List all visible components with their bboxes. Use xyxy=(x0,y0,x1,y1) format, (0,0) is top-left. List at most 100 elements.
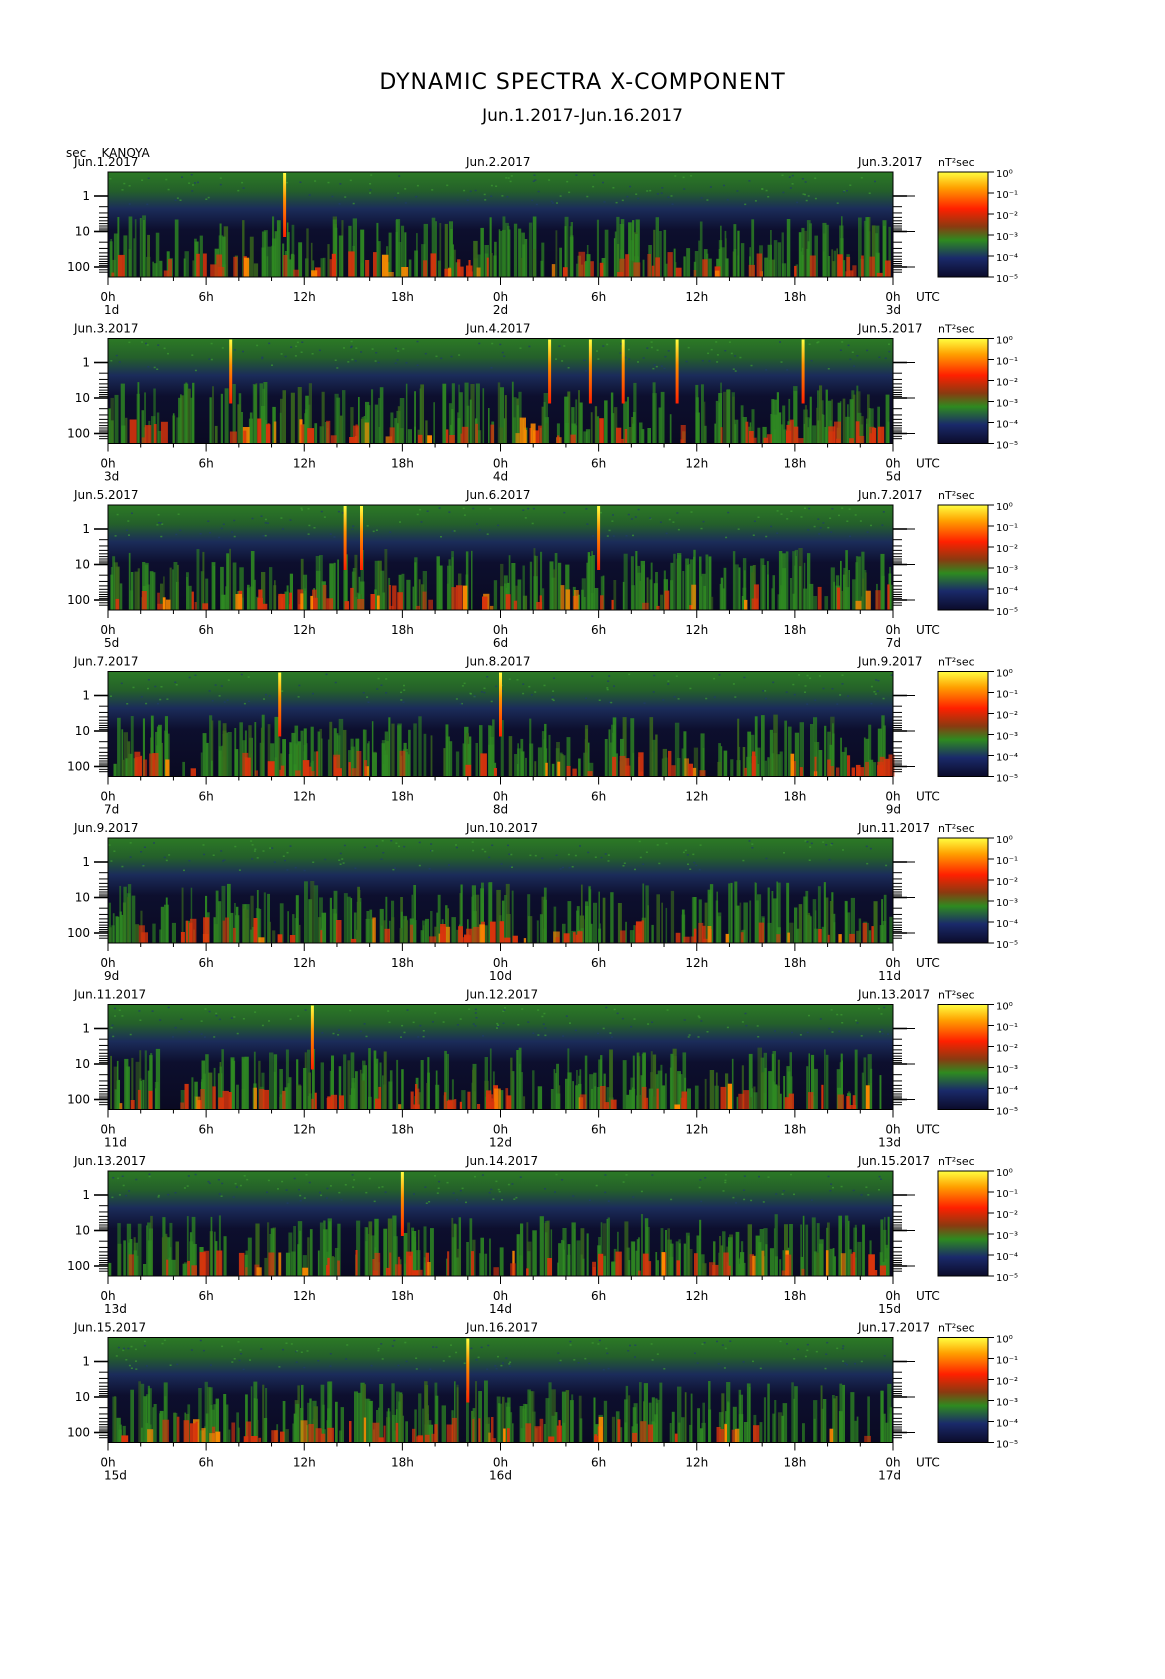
x-axis-unit: UTC xyxy=(916,1123,940,1137)
speckle xyxy=(128,203,131,205)
activity-stripe xyxy=(629,1089,633,1110)
activity-stripe xyxy=(843,567,846,610)
speckle xyxy=(706,199,709,201)
activity-red xyxy=(202,253,207,277)
activity-stripe xyxy=(847,404,849,444)
speckle xyxy=(598,1339,601,1342)
speckle xyxy=(521,1008,524,1010)
speckle xyxy=(622,1181,625,1183)
activity-stripe xyxy=(210,1216,213,1276)
speckle xyxy=(351,528,354,530)
speckle xyxy=(646,347,649,349)
x-tick-label: 6h xyxy=(591,1289,606,1303)
activity-stripe xyxy=(887,422,890,444)
speckle xyxy=(167,1006,170,1009)
x-tick-label: 12h xyxy=(685,457,708,471)
speckle xyxy=(650,341,653,343)
activity-stripe xyxy=(383,1084,387,1110)
speckle xyxy=(621,199,624,202)
speckle xyxy=(337,510,340,513)
speckle xyxy=(596,350,598,352)
activity-stripe xyxy=(213,917,216,943)
activity-stripe xyxy=(449,741,453,777)
activity-stripe xyxy=(863,1057,867,1110)
speckle xyxy=(329,533,332,535)
speckle xyxy=(498,1190,501,1193)
activity-stripe xyxy=(757,427,761,444)
speckle xyxy=(645,851,648,853)
activity-stripe xyxy=(173,1413,178,1443)
speckle xyxy=(135,1178,138,1181)
activity-stripe xyxy=(147,234,150,277)
panel-date-left: Jun.9.2017 xyxy=(73,821,139,835)
panel-day-left: 11d xyxy=(104,1136,127,1150)
speckle xyxy=(497,1188,500,1191)
speckle xyxy=(786,369,789,371)
activity-stripe xyxy=(597,1087,601,1110)
activity-red xyxy=(418,1269,423,1276)
speckle xyxy=(128,185,131,187)
activity-red xyxy=(688,763,693,777)
speckle xyxy=(331,195,334,198)
speckle xyxy=(583,359,586,362)
speckle xyxy=(888,350,891,353)
activity-red xyxy=(283,255,288,277)
activity-red xyxy=(633,262,641,277)
activity-red xyxy=(355,1250,358,1276)
speckle xyxy=(491,342,494,345)
y-tick-label: 10 xyxy=(75,1390,90,1404)
speckle xyxy=(268,695,271,697)
activity-stripe xyxy=(196,549,200,610)
speckle xyxy=(474,1175,476,1178)
activity-red xyxy=(599,418,604,444)
speckle xyxy=(607,680,610,682)
speckle xyxy=(666,1009,669,1011)
speckle xyxy=(646,190,649,192)
activity-stripe xyxy=(279,412,282,444)
activity-stripe xyxy=(880,553,885,610)
x-tick-label: 0h xyxy=(885,956,900,970)
activity-red xyxy=(195,1096,201,1110)
activity-stripe xyxy=(718,402,720,444)
activity-stripe xyxy=(153,1404,157,1443)
speckle xyxy=(129,856,132,858)
panel-day-left: 7d xyxy=(104,803,119,817)
activity-stripe xyxy=(396,1059,399,1110)
activity-red xyxy=(331,253,336,277)
y-tick-label: 1 xyxy=(82,522,90,536)
y-tick-label: 10 xyxy=(75,225,90,239)
activity-stripe xyxy=(682,571,685,610)
speckle xyxy=(725,536,728,539)
spectra-panel-8: Jun.15.2017 Jun.16.2017 Jun.17.20171101000… xyxy=(67,1321,1018,1483)
speckle xyxy=(110,695,112,697)
activity-red xyxy=(888,754,895,777)
activity-red xyxy=(862,922,867,943)
activity-stripe xyxy=(408,729,411,777)
speckle xyxy=(607,1200,610,1202)
speckle xyxy=(874,693,877,695)
speckle xyxy=(565,1015,568,1017)
colorbar-tick-label: 10⁻⁵ xyxy=(996,1107,1018,1118)
y-tick-label: 1 xyxy=(82,855,90,869)
speckle xyxy=(717,1363,720,1365)
speckle xyxy=(732,683,735,685)
speckle xyxy=(338,1029,340,1031)
activity-red xyxy=(372,1259,375,1276)
activity-stripe xyxy=(520,1428,525,1443)
speckle xyxy=(156,368,159,370)
speckle xyxy=(569,1022,571,1024)
speckle xyxy=(262,535,265,537)
speckle xyxy=(366,696,369,698)
speckle xyxy=(351,1174,354,1176)
speckle xyxy=(559,868,562,870)
activity-stripe xyxy=(121,425,126,444)
speckle xyxy=(390,840,393,842)
speckle xyxy=(400,699,403,701)
speckle xyxy=(804,507,806,509)
panel-day-left: 1d xyxy=(104,303,119,317)
speckle xyxy=(818,533,821,535)
activity-stripe xyxy=(371,389,374,444)
speckle xyxy=(313,527,316,529)
colorbar: nT²sec10⁰10⁻¹10⁻²10⁻³10⁻⁴10⁻⁵ xyxy=(937,323,1018,452)
x-tick-label: 12h xyxy=(685,1123,708,1137)
